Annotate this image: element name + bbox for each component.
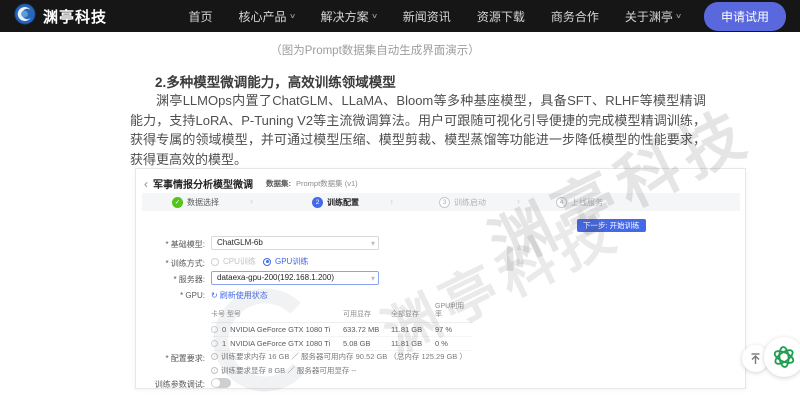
table-row[interactable]: 1 NVIDIA GeForce GTX 1080 Ti 5.08 GB 11.…	[211, 337, 473, 351]
radio-selected-icon	[263, 258, 271, 266]
step-done-icon: ✓	[172, 197, 183, 208]
gpu-label: * GPU:	[136, 291, 205, 300]
section-heading: 2.多种模型微调能力，高效训练领域模型	[155, 71, 396, 91]
server-select[interactable]: dataexa-gpu-200(192.168.1.200) ▾	[211, 271, 379, 285]
radio-icon[interactable]	[211, 340, 218, 347]
nav-item-solutions[interactable]: 解决方案∨	[308, 8, 390, 25]
nav-menu: 首页 核心产品∨ 解决方案∨ 新闻资讯 资源下载 商务合作 关于渊亭∨ 申请试用	[176, 2, 800, 31]
table-row[interactable]: 0 NVIDIA GeForce GTX 1080 Ti 633.72 MB 1…	[211, 323, 473, 337]
info-icon: i	[211, 353, 218, 360]
step-train-start[interactable]: 3 训练启动	[439, 193, 486, 211]
gpu-refresh-link[interactable]: ↻ 刷新使用状态	[211, 290, 268, 301]
nav-item-products[interactable]: 核心产品∨	[226, 8, 308, 25]
wizard-steps-bar: ✓ 数据选择 › 2 训练配置 › 3 训练启动 › 4 上线服务	[142, 193, 740, 211]
wizard-title: 军事情报分析模型微调	[153, 176, 253, 191]
nav-item-about[interactable]: 关于渊亭∨	[612, 8, 694, 25]
green-knot-logo-icon	[772, 345, 796, 369]
nav-item-business[interactable]: 商务合作	[538, 8, 612, 25]
brand-logo-icon	[14, 3, 36, 30]
dataset-value: Prompt数据集 (v1)	[296, 178, 358, 189]
gpu-table-header: 卡号 型号 可用显存 全部显存 GPU利用率	[211, 301, 473, 323]
chevron-down-icon: ▾	[371, 238, 375, 250]
top-navbar: 渊亭科技 首页 核心产品∨ 解决方案∨ 新闻资讯 资源下载 商务合作 关于渊亭∨…	[0, 0, 800, 32]
chevron-right-icon: ›	[517, 196, 520, 206]
base-model-select[interactable]: ChatGLM-6b ▾	[211, 236, 379, 250]
step-data-select[interactable]: ✓ 数据选择	[172, 193, 219, 211]
brand-name: 渊亭科技	[43, 6, 107, 27]
gpu-table: 卡号 型号 可用显存 全部显存 GPU利用率 0 NVIDIA GeForce …	[211, 301, 473, 351]
radio-icon[interactable]	[211, 326, 218, 333]
chevron-right-icon: ›	[250, 196, 253, 206]
config-req-label: * 配置要求:	[136, 353, 205, 364]
train-params-toggle[interactable]	[211, 378, 231, 388]
chevron-down-icon: ∨	[675, 12, 682, 20]
figure-caption: （图为Prompt数据集自动生成界面演示）	[0, 42, 750, 58]
step-online-service[interactable]: 4 上线服务	[556, 193, 603, 211]
brand[interactable]: 渊亭科技	[14, 3, 107, 30]
req-vram-line: i 训练要求显存 8 GB ／ 服务器可用显存 --	[211, 365, 356, 376]
info-icon: i	[211, 367, 218, 374]
chevron-down-icon: ▾	[371, 273, 375, 285]
radio-cpu-train[interactable]: CPU训练	[211, 256, 256, 267]
train-params-toggle-label: 训练参数调试:	[136, 379, 205, 390]
step-train-config[interactable]: 2 训练配置	[312, 193, 359, 211]
wizard-header: ‹ 军事情报分析模型微调 数据集: Prompt数据集 (v1)	[144, 176, 358, 191]
wizard-screenshot-card: ‹ 军事情报分析模型微调 数据集: Prompt数据集 (v1) ✓ 数据选择 …	[135, 168, 746, 389]
server-label: * 服务器:	[136, 274, 205, 285]
section-paragraph: 渊亭LLMOps内置了ChatGLM、LLaMA、Bloom等多种基座模型，具备…	[130, 91, 706, 169]
next-step-button[interactable]: 下一步: 开始训练	[577, 219, 646, 232]
radio-icon	[211, 258, 219, 266]
chevron-down-icon: ∨	[289, 12, 296, 20]
chevron-down-icon: ∨	[371, 12, 378, 20]
nav-item-news[interactable]: 新闻资讯	[390, 8, 464, 25]
arrow-up-to-top-icon	[749, 352, 762, 365]
req-memory-line: i 训练要求内存 16 GB ／ 服务器可用内存 90.52 GB （总内存 1…	[211, 351, 467, 362]
nav-item-home[interactable]: 首页	[176, 8, 226, 25]
refresh-icon: ↻	[211, 291, 218, 300]
radio-gpu-train[interactable]: GPU训练	[263, 256, 308, 267]
nav-item-downloads[interactable]: 资源下载	[464, 8, 538, 25]
back-arrow-icon[interactable]: ‹	[144, 179, 148, 189]
apply-trial-button[interactable]: 申请试用	[704, 2, 786, 31]
train-mode-label: * 训练方式:	[136, 258, 205, 269]
dataset-label: 数据集:	[266, 178, 291, 189]
assistant-button[interactable]	[764, 337, 800, 377]
base-model-label: * 基础模型:	[136, 239, 205, 250]
chevron-right-icon: ›	[390, 196, 393, 206]
